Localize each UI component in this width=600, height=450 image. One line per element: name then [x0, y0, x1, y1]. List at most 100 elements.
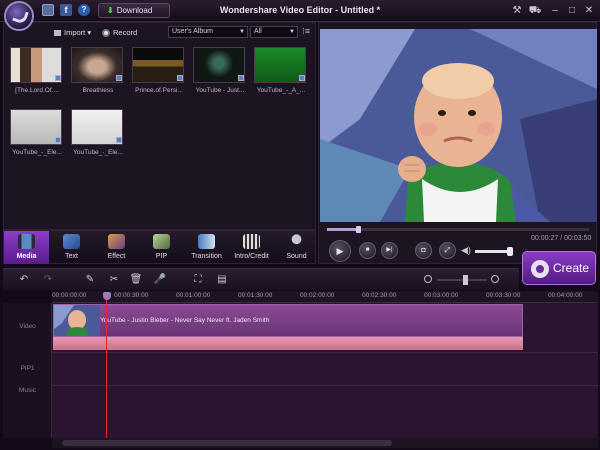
video-badge-icon [116, 137, 122, 143]
media-library: Import ▾ Record User's Album ▼ All ▼ ⁝≡ [T… [3, 22, 316, 230]
seek-progress [327, 228, 358, 231]
clip-title: YouTube - Justin Bieber - Never Say Neve… [100, 317, 270, 324]
media-item-label: Prince.of.Persi... [135, 87, 183, 94]
maximize-button[interactable]: □ [565, 4, 579, 17]
ruler-tick-label: 00:03:30:00 [486, 292, 521, 299]
tab-pip-label: PIP [155, 253, 168, 260]
filter-value: All [254, 28, 262, 35]
list-view-icon[interactable]: ⁝≡ [302, 26, 310, 37]
media-item[interactable]: YouTube_-_A_... [254, 47, 306, 94]
create-label: Create [553, 261, 590, 275]
media-item[interactable]: Prince.of.Persi... [132, 47, 184, 94]
tab-sound[interactable]: Sound [274, 231, 319, 264]
fullscreen-icon[interactable]: ⤢ [439, 242, 456, 259]
media-item[interactable]: YouTube_-_Ele... [10, 109, 62, 156]
film-reel-icon [531, 260, 549, 278]
create-button[interactable]: Create [522, 251, 596, 285]
track-label-pip1: PIP1 [20, 365, 35, 372]
ruler-tick-label: 00:02:30:00 [362, 292, 397, 299]
volume-icon[interactable]: ◀) [461, 245, 471, 256]
video-badge-icon [299, 75, 305, 81]
album-select[interactable]: User's Album ▼ [168, 26, 248, 38]
scrollbar-thumb[interactable] [62, 440, 392, 446]
tools-icon[interactable]: ⚒ [510, 4, 524, 17]
time-ruler[interactable]: 00:00:00:00 00:00:30:00 00:01:00:00 00:01:3… [52, 291, 598, 303]
play-button[interactable]: ▶ [329, 240, 351, 262]
media-item-label: YouTube - Just... [195, 87, 245, 94]
tab-text[interactable]: Text [49, 231, 94, 264]
voiceover-icon[interactable]: 🎤 [153, 273, 167, 287]
app-logo [4, 1, 34, 31]
track-label-video: Video [19, 323, 36, 330]
chevron-down-icon: ▼ [289, 29, 295, 35]
tab-text-label: Text [65, 253, 78, 260]
minimize-button[interactable]: – [548, 4, 562, 17]
ruler-tick-label: 00:03:00:00 [424, 292, 459, 299]
tab-effect-label: Effect [107, 253, 126, 260]
tab-transition[interactable]: Transition [184, 231, 229, 264]
filter-select[interactable]: All ▼ [250, 26, 298, 38]
record-button[interactable]: Record [102, 28, 137, 38]
crop-icon[interactable]: ⛶ [191, 273, 205, 287]
timeline-scrollbar[interactable] [52, 438, 598, 448]
video-badge-icon [55, 75, 61, 81]
zoom-out-icon[interactable] [424, 275, 432, 283]
film-icon [18, 234, 35, 249]
intro-icon [243, 234, 260, 249]
media-item-label: YouTube_-_Ele... [12, 149, 62, 156]
tab-media-label: Media [16, 253, 37, 260]
clip-audio-band[interactable] [53, 337, 523, 350]
redo-icon[interactable]: ↷ [41, 273, 55, 287]
edit-icon[interactable]: ✎ [83, 273, 97, 287]
seek-handle[interactable] [355, 226, 361, 233]
media-item-label: YouTube_-_Ele... [73, 149, 123, 156]
delete-icon[interactable]: 🗑 [129, 273, 143, 287]
volume-slider[interactable] [475, 247, 514, 256]
seek-bar[interactable] [327, 226, 589, 233]
media-item[interactable]: YouTube_-_Ele... [71, 109, 123, 156]
timeline-tracks[interactable]: YouTube - Justin Bieber - Never Say Neve… [52, 303, 598, 438]
ruler-tick-label: 00:01:30:00 [238, 292, 273, 299]
close-button[interactable]: ✕ [582, 4, 596, 17]
pip-track[interactable] [52, 353, 598, 386]
cart-icon[interactable]: ⛟ [528, 4, 542, 17]
playhead-handle[interactable] [103, 292, 111, 300]
video-badge-icon [55, 137, 61, 143]
tab-pip[interactable]: PIP [139, 231, 184, 264]
volume-level [475, 250, 512, 253]
media-item[interactable]: YouTube - Just... [193, 47, 245, 94]
music-track[interactable] [52, 386, 598, 438]
media-item[interactable]: Breathless [71, 47, 123, 94]
tab-intro-credit[interactable]: Intro/Credit [229, 231, 274, 264]
stop-button[interactable]: ■ [359, 242, 376, 259]
split-icon[interactable]: ✂ [107, 273, 121, 287]
transition-icon [198, 234, 215, 249]
zoom-slider[interactable] [437, 275, 487, 285]
next-frame-button[interactable]: ▶| [381, 242, 398, 259]
import-button[interactable]: Import ▾ [54, 28, 91, 37]
snapshot-icon[interactable]: ◘ [415, 242, 432, 259]
ruler-tick-label: 00:04:00:00 [548, 292, 583, 299]
ruler-tick-label: 00:02:00:00 [300, 292, 335, 299]
ruler-tick-label: 00:00:30:00 [114, 292, 149, 299]
folder-icon [54, 30, 61, 37]
album-value: User's Album [172, 28, 214, 35]
media-item[interactable]: [The.Lord.Of.... [10, 47, 62, 94]
video-badge-icon [238, 75, 244, 81]
volume-handle[interactable] [507, 247, 514, 256]
tab-media[interactable]: Media [4, 231, 49, 264]
track-headers: Video PIP1 Music [3, 303, 52, 438]
zoom-in-icon[interactable] [491, 275, 499, 283]
text-icon [63, 234, 80, 249]
detect-scene-icon[interactable]: ▤ [215, 273, 229, 287]
video-clip[interactable]: YouTube - Justin Bieber - Never Say Neve… [53, 304, 523, 337]
microphone-icon [288, 234, 305, 249]
zoom-handle[interactable] [462, 275, 468, 285]
playhead[interactable] [106, 292, 107, 438]
media-item-label: Breathless [82, 87, 114, 94]
clip-thumbnail [54, 305, 100, 336]
tab-effect[interactable]: Effect [94, 231, 139, 264]
preview-screen[interactable] [320, 29, 597, 222]
undo-icon[interactable]: ↶ [17, 273, 31, 287]
timeline-toolbar: ↶ ↷ ✎ ✂ 🗑 🎤 ⛶ ▤ [3, 268, 519, 290]
